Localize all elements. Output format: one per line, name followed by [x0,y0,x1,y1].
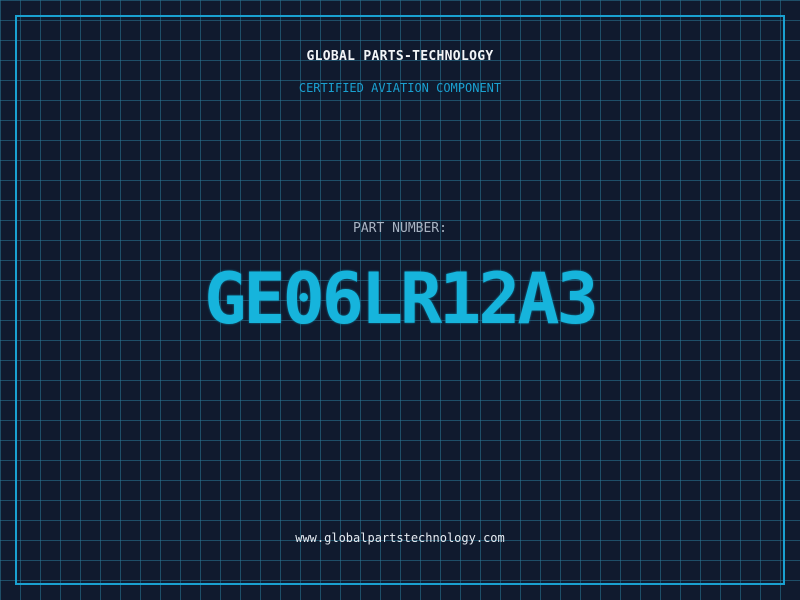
website-url: www.globalpartstechnology.com [295,531,505,545]
part-number-value: GE06LR12A3 [204,258,598,340]
part-number-label: PART NUMBER: [353,221,447,236]
company-name: GLOBAL PARTS-TECHNOLOGY [306,49,494,64]
part-label-card: GLOBAL PARTS-TECHNOLOGY CERTIFIED AVIATI… [0,0,800,600]
certification-subtitle: CERTIFIED AVIATION COMPONENT [298,81,502,95]
